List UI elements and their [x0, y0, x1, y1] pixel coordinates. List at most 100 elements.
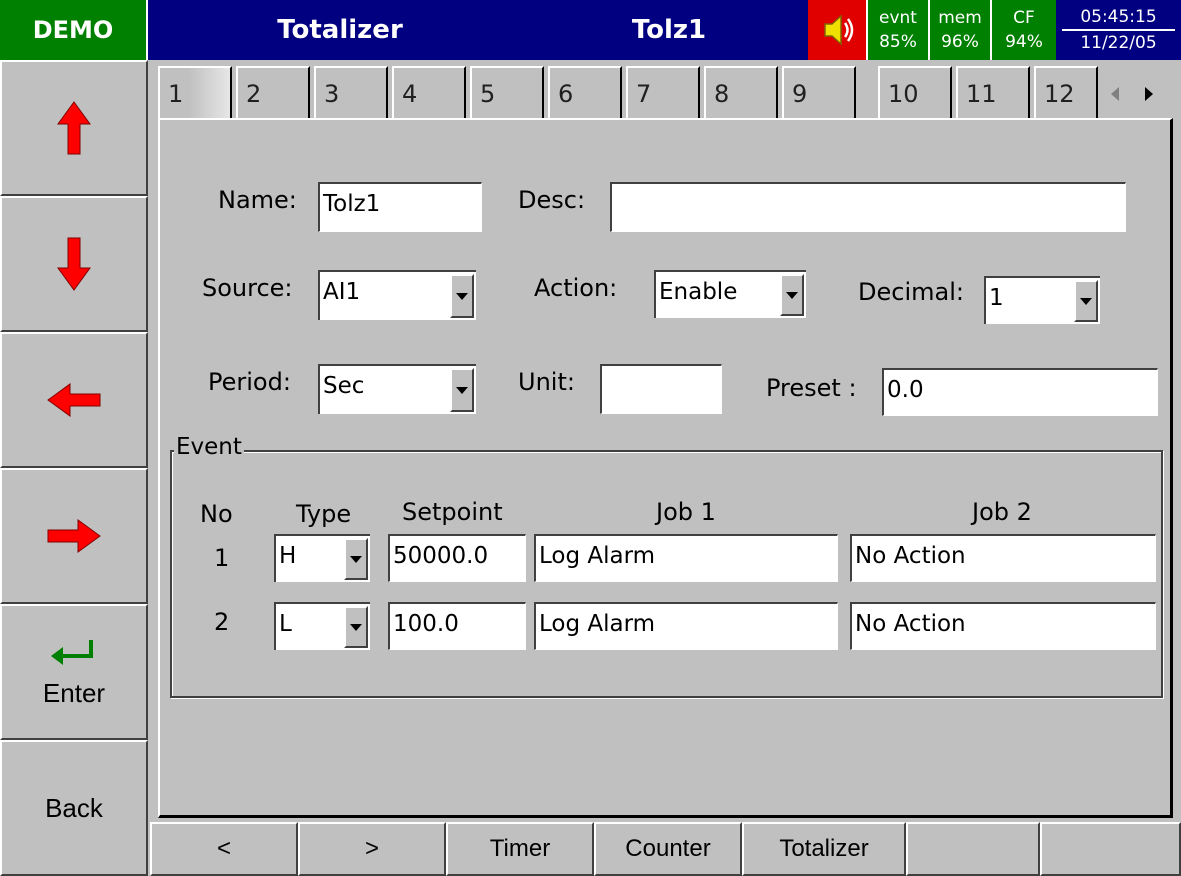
source-select[interactable]: AI1 [318, 270, 476, 320]
col-job2-header: Job 2 [972, 498, 1032, 526]
event-row-1-setpoint-field[interactable]: 50000.0 [388, 534, 526, 582]
chevron-down-icon[interactable] [344, 538, 368, 580]
tab-9[interactable]: 9 [782, 66, 856, 118]
speaker-icon[interactable] [808, 0, 866, 60]
chevron-down-icon[interactable] [780, 274, 804, 316]
enter-button[interactable]: Enter [0, 604, 148, 740]
status-event-label: evnt [879, 8, 917, 28]
chevron-down-icon[interactable] [450, 274, 474, 318]
event-row-2-type-value: L [279, 611, 292, 637]
event-row-2-job1-field[interactable]: Log Alarm [534, 602, 838, 650]
tab-7[interactable]: 7 [626, 66, 700, 118]
brand-label: DEMO [0, 0, 148, 60]
status-mem-label: mem [938, 8, 982, 28]
totalizer-settings-panel: Name: Tolz1 Desc: Source: AI1 Action: En… [158, 118, 1173, 818]
source-label: Source: [202, 274, 293, 302]
arrow-right-icon [47, 519, 101, 553]
event-row-1-job1-field[interactable]: Log Alarm [534, 534, 838, 582]
left-button[interactable] [0, 332, 148, 468]
desc-field[interactable] [610, 182, 1126, 232]
event-row-2-type-select[interactable]: L [274, 602, 370, 650]
event-row-1-job2-field[interactable]: No Action [850, 534, 1156, 582]
tab-1[interactable]: 1 [158, 66, 232, 118]
app-window: DEMO Totalizer Tolz1 evnt 85% mem 96% CF… [0, 0, 1181, 876]
channel-tabs: 1 2 3 4 5 6 7 8 9 10 11 12 [158, 66, 1173, 118]
enter-label: Enter [42, 677, 106, 708]
event-row-2-no: 2 [214, 608, 230, 636]
counter-button[interactable]: Counter [594, 822, 742, 876]
decimal-select[interactable]: 1 [984, 276, 1100, 324]
back-label: Back [45, 792, 103, 823]
arrow-left-icon [47, 383, 101, 417]
arrow-up-icon [57, 101, 91, 155]
period-select[interactable]: Sec [318, 364, 476, 414]
event-row-1-type-value: H [279, 543, 297, 569]
up-button[interactable] [0, 60, 148, 196]
clock: 05:45:15 11/22/05 [1056, 0, 1181, 60]
tab-scroll-right-icon[interactable] [1132, 72, 1166, 116]
tab-3[interactable]: 3 [314, 66, 388, 118]
tab-2[interactable]: 2 [236, 66, 310, 118]
col-type-header: Type [296, 500, 352, 528]
name-field[interactable]: Tolz1 [318, 182, 482, 232]
desc-label: Desc: [518, 186, 586, 214]
screen-title: Totalizer [277, 15, 403, 45]
status-cf-label: CF [1013, 8, 1035, 28]
clock-time: 05:45:15 [1062, 5, 1175, 31]
action-select[interactable]: Enable [654, 270, 806, 318]
decimal-label: Decimal: [858, 278, 964, 306]
event-row-2-job2-field[interactable]: No Action [850, 602, 1156, 650]
preset-label: Preset : [766, 374, 857, 402]
tab-scroll-left-icon[interactable] [1098, 72, 1132, 116]
status-event: evnt 85% [866, 0, 928, 60]
timer-button[interactable]: Timer [446, 822, 594, 876]
preset-field[interactable]: 0.0 [882, 368, 1158, 416]
name-label: Name: [218, 186, 297, 214]
empty-button-2 [1040, 822, 1181, 876]
tab-6[interactable]: 6 [548, 66, 622, 118]
tab-4[interactable]: 4 [392, 66, 466, 118]
clock-date: 11/22/05 [1080, 33, 1157, 53]
col-job1-header: Job 1 [656, 498, 716, 526]
event-row-1-type-select[interactable]: H [274, 534, 370, 582]
chevron-down-icon[interactable] [1074, 280, 1098, 322]
prev-button[interactable]: < [150, 822, 298, 876]
chevron-down-icon[interactable] [450, 368, 474, 412]
period-select-value: Sec [323, 373, 365, 399]
decimal-select-value: 1 [989, 285, 1004, 311]
empty-button-1 [906, 822, 1040, 876]
event-row-1-no: 1 [214, 544, 230, 572]
status-mem-value: 96% [941, 32, 979, 52]
back-button[interactable]: Back [0, 740, 148, 876]
next-button[interactable]: > [298, 822, 446, 876]
action-label: Action: [534, 274, 618, 302]
col-setpoint-header: Setpoint [402, 498, 503, 526]
totalizer-button[interactable]: Totalizer [742, 822, 906, 876]
tab-12[interactable]: 12 [1034, 66, 1098, 118]
down-button[interactable] [0, 196, 148, 332]
chevron-down-icon[interactable] [344, 606, 368, 648]
unit-label: Unit: [518, 368, 575, 396]
source-select-value: AI1 [323, 279, 361, 305]
action-select-value: Enable [659, 279, 738, 305]
tab-scroll [1098, 72, 1173, 116]
right-button[interactable] [0, 468, 148, 604]
status-event-value: 85% [879, 32, 917, 52]
bottom-toolbar: < > Timer Counter Totalizer [150, 822, 1181, 876]
status-cf-value: 94% [1005, 32, 1043, 52]
status-mem: mem 96% [928, 0, 990, 60]
item-title: Tolz1 [631, 15, 707, 45]
event-row-2-setpoint-field[interactable]: 100.0 [388, 602, 526, 650]
col-no-header: No [200, 500, 233, 528]
tab-11[interactable]: 11 [956, 66, 1030, 118]
enter-icon [51, 639, 93, 665]
period-label: Period: [208, 368, 291, 396]
status-cf: CF 94% [990, 0, 1056, 60]
arrow-down-icon [57, 237, 91, 291]
title-bar: DEMO Totalizer Tolz1 evnt 85% mem 96% CF… [0, 0, 1181, 60]
unit-field[interactable] [600, 364, 722, 414]
tab-10[interactable]: 10 [878, 66, 952, 118]
tab-5[interactable]: 5 [470, 66, 544, 118]
event-group-title: Event [174, 434, 244, 460]
tab-8[interactable]: 8 [704, 66, 778, 118]
